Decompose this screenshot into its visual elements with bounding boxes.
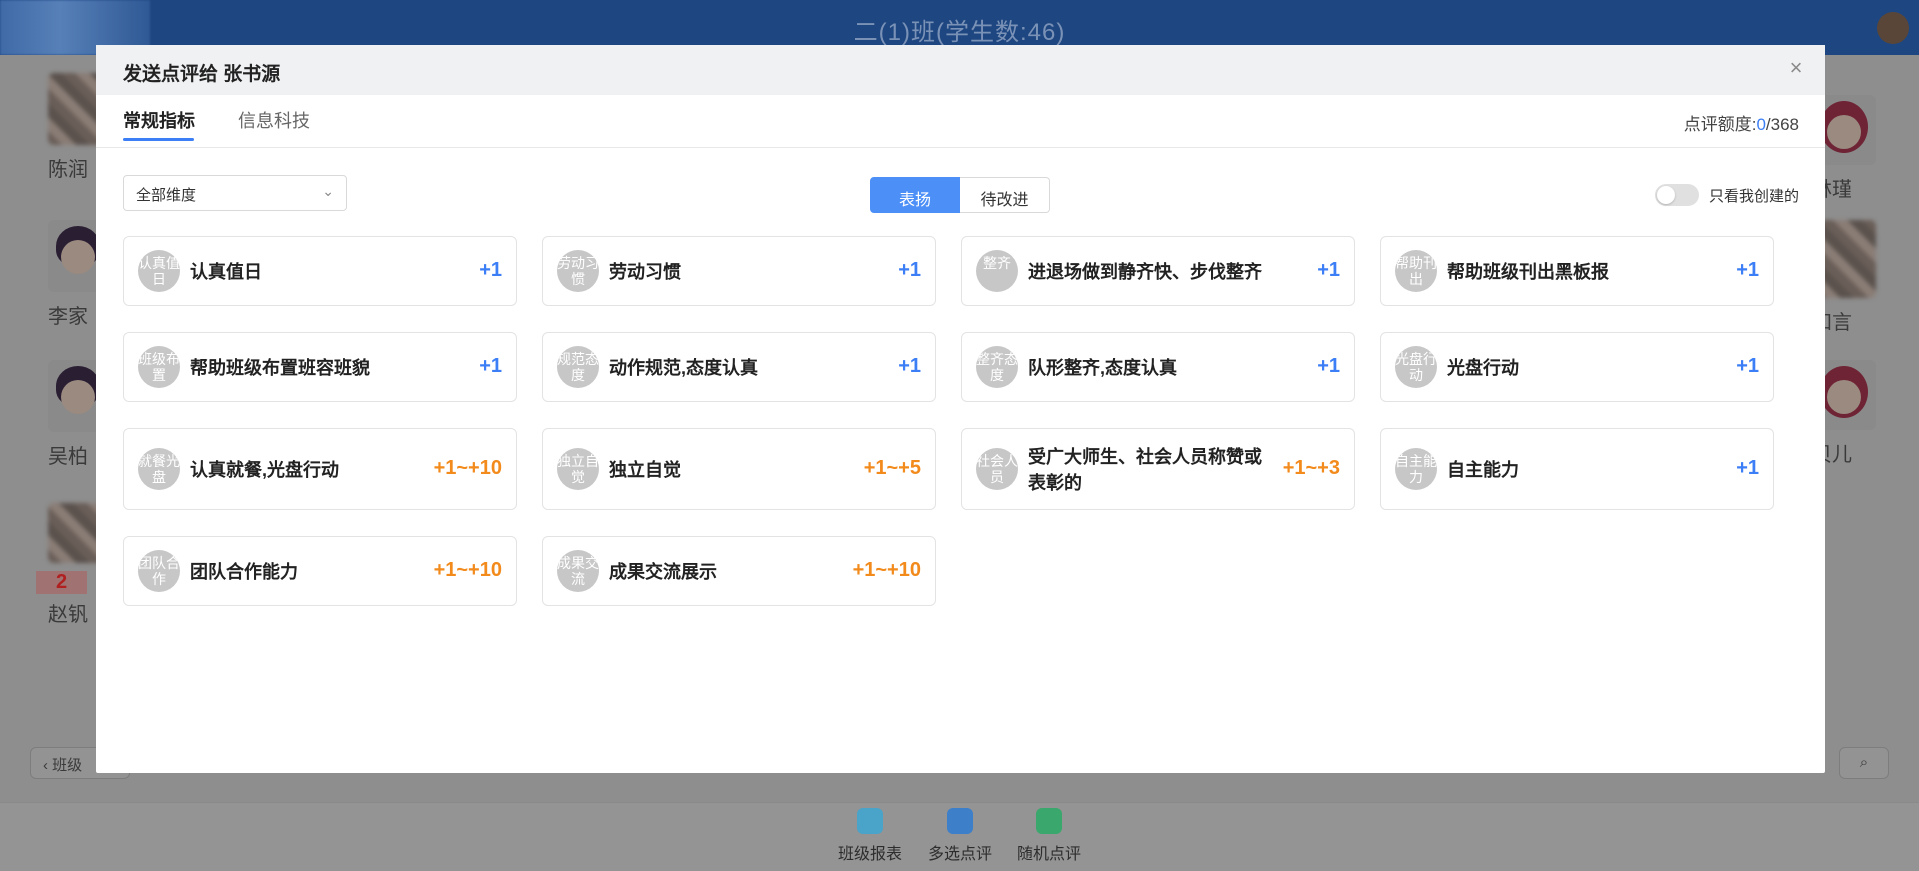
indicator-icon: 社会人员 (976, 448, 1018, 490)
indicator-card[interactable]: 班级布置 帮助班级布置班容班貌 +1 (123, 332, 517, 402)
indicator-points: +1 (1317, 259, 1340, 281)
indicator-points: +1~+10 (433, 559, 502, 581)
only-mine-toggle[interactable] (1654, 184, 1699, 206)
indicator-icon: 劳动习惯 (557, 250, 599, 292)
indicator-card[interactable]: 光盘行动 光盘行动 +1 (1380, 332, 1774, 402)
review-type-switch: 表扬 待改进 (870, 177, 1050, 213)
class-report-label: 班级报表 (837, 846, 902, 863)
indicator-points: +1 (479, 259, 502, 281)
student-card[interactable]: 贝儿 (1812, 360, 1912, 467)
indicator-icon: 独立自觉 (557, 448, 599, 490)
indicator-name: 动作规范,态度认真 (609, 358, 759, 378)
review-dialog: 发送点评给 张书源 × 常规指标 信息科技 点评额度:0/368 全部维度 ⌄ … (96, 45, 1825, 773)
indicator-card[interactable]: 自主能力 自主能力 +1 (1380, 428, 1774, 510)
indicator-name: 帮助班级刊出黑板报 (1447, 262, 1609, 282)
indicator-points: +1~+3 (1282, 457, 1340, 479)
random-review-label: 随机点评 (1016, 846, 1081, 863)
indicator-name: 进退场做到静齐快、步伐整齐 (1028, 262, 1262, 282)
chevron-down-icon: ⌄ (322, 183, 334, 199)
indicator-name: 自主能力 (1447, 460, 1519, 480)
praise-button[interactable]: 表扬 (870, 177, 960, 213)
indicator-icon: 自主能力 (1395, 448, 1437, 490)
indicator-icon: 认真值日 (138, 250, 180, 292)
count-badge: 2 (36, 571, 88, 594)
indicator-card[interactable]: 劳动习惯 劳动习惯 +1 (542, 236, 936, 306)
indicator-icon: 成果交流 (557, 550, 599, 592)
indicator-name: 光盘行动 (1447, 358, 1519, 378)
indicator-points: +1 (479, 355, 502, 377)
filter-bar: 全部维度 ⌄ 表扬 待改进 只看我创建的 (96, 148, 1825, 238)
indicator-icon: 帮助刊出 (1395, 250, 1437, 292)
indicator-name: 受广大师生、社会人员称赞或表彰的 (1028, 447, 1262, 493)
student-card[interactable]: 林瑾 (1812, 95, 1912, 202)
indicator-name: 劳动习惯 (609, 262, 681, 282)
indicator-name: 帮助班级布置班容班貌 (190, 358, 370, 378)
indicator-icon: 整齐态度 (976, 346, 1018, 388)
indicator-card[interactable]: 独立自觉 独立自觉 +1~+5 (542, 428, 936, 510)
student-name: 林瑾 (1812, 179, 1852, 201)
indicator-name: 队形整齐,态度认真 (1028, 358, 1178, 378)
indicator-card[interactable]: 帮助刊出 帮助班级刊出黑板报 +1 (1380, 236, 1774, 306)
search-icon: ⌕ (1859, 754, 1869, 771)
indicator-points: +1~+10 (852, 559, 921, 581)
indicator-icon: 整齐 (976, 250, 1018, 292)
dimension-select-value: 全部维度 (136, 187, 197, 204)
student-card[interactable]: 知言 (1812, 220, 1912, 335)
random-review-button[interactable]: 随机点评 (1009, 808, 1089, 864)
indicator-points: +1 (1736, 259, 1759, 281)
indicator-icon: 就餐光盘 (138, 448, 180, 490)
indicator-card[interactable]: 规范态度 动作规范,态度认真 +1 (542, 332, 936, 402)
user-avatar[interactable] (1877, 12, 1909, 44)
indicator-name: 认真就餐,光盘行动 (190, 460, 340, 480)
student-name: 贝儿 (1812, 444, 1852, 466)
indicator-card[interactable]: 整齐 进退场做到静齐快、步伐整齐 +1 (961, 236, 1355, 306)
improve-button[interactable]: 待改进 (960, 177, 1050, 213)
dialog-title: 发送点评给 张书源 (123, 64, 281, 85)
indicator-name: 认真值日 (190, 262, 262, 282)
quota-used: 0 (1756, 115, 1766, 134)
indicator-points: +1 (898, 355, 921, 377)
only-mine-label: 只看我创建的 (1708, 187, 1799, 205)
indicator-name: 成果交流展示 (609, 562, 717, 582)
indicator-points: +1~+5 (863, 457, 921, 479)
indicator-card[interactable]: 社会人员 受广大师生、社会人员称赞或表彰的 +1~+3 (961, 428, 1355, 510)
indicator-icon: 团队合作 (138, 550, 180, 592)
indicator-card[interactable]: 成果交流 成果交流展示 +1~+10 (542, 536, 936, 606)
indicator-points: +1 (898, 259, 921, 281)
indicator-icon: 规范态度 (557, 346, 599, 388)
indicator-card[interactable]: 就餐光盘 认真就餐,光盘行动 +1~+10 (123, 428, 517, 510)
active-tab-indicator (123, 138, 194, 141)
only-mine-filter: 只看我创建的 (1654, 184, 1799, 206)
close-icon[interactable]: × (1785, 57, 1807, 79)
indicator-icon: 班级布置 (138, 346, 180, 388)
indicator-points: +1 (1317, 355, 1340, 377)
page-title: 二(1)班(学生数:46) (853, 19, 1066, 46)
class-switch-label: 班级 (52, 757, 83, 774)
random-icon (1036, 808, 1062, 834)
indicator-name: 独立自觉 (609, 460, 681, 480)
dimension-select[interactable]: 全部维度 ⌄ (123, 175, 347, 211)
indicator-icon: 光盘行动 (1395, 346, 1437, 388)
indicator-card[interactable]: 整齐态度 队形整齐,态度认真 +1 (961, 332, 1355, 402)
dialog-header: 发送点评给 张书源 × (96, 45, 1825, 95)
indicator-card[interactable]: 认真值日 认真值日 +1 (123, 236, 517, 306)
tab-bar: 常规指标 信息科技 点评额度:0/368 (96, 95, 1825, 148)
indicator-points: +1 (1736, 457, 1759, 479)
tab-regular[interactable]: 常规指标 (123, 107, 195, 133)
indicator-name: 团队合作能力 (190, 562, 298, 582)
report-icon (857, 808, 883, 834)
tab-info-tech[interactable]: 信息科技 (238, 107, 310, 133)
review-quota: 点评额度:0/368 (1684, 110, 1799, 135)
multi-review-label: 多选点评 (927, 846, 992, 863)
quota-total: /368 (1765, 115, 1799, 134)
multi-review-button[interactable]: 多选点评 (920, 808, 1000, 864)
edit-icon (947, 808, 973, 834)
indicator-points: +1 (1736, 355, 1759, 377)
indicator-card[interactable]: 团队合作 团队合作能力 +1~+10 (123, 536, 517, 606)
quota-label: 点评额度: (1683, 115, 1757, 134)
indicator-points: +1~+10 (433, 457, 502, 479)
search-button[interactable]: ⌕ (1839, 747, 1889, 779)
student-name: 知言 (1812, 312, 1852, 334)
class-report-button[interactable]: 班级报表 (830, 808, 910, 864)
